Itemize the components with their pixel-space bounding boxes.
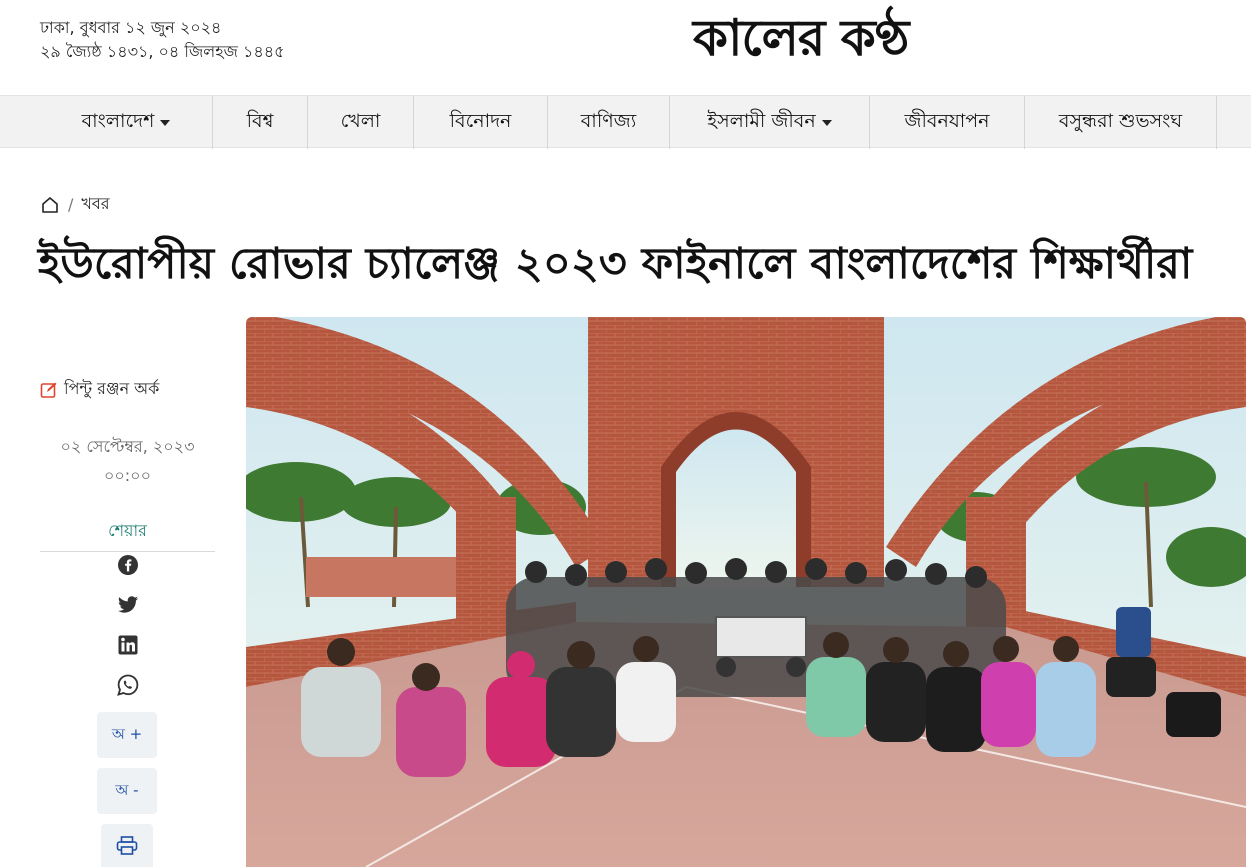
nav-item-label: বিশ্ব [246,109,274,132]
nav-item-islamic-life[interactable]: ইসলামী জীবন [670,96,870,149]
date-block: ঢাকা, বুধবার ১২ জুন ২০২৪ ২৯ জ্যৈষ্ঠ ১৪৩১… [40,16,285,64]
date-line-bangla-hijri: ২৯ জ্যৈষ্ঠ ১৪৩১, ০৪ জিলহজ ১৪৪৫ [40,42,285,61]
caret-down-icon [821,119,832,126]
breadcrumb-section[interactable]: খবর [81,191,109,218]
font-decrease-button[interactable]: অ - [97,768,157,814]
nav-item-entertainment[interactable]: বিনোদন [414,96,548,149]
publish-datetime: ০২ সেপ্টেম্বর, ২০২৩ ০০:০০ [40,432,215,490]
nav-item-label: বিনোদন [449,109,512,132]
nav-item-sports[interactable]: খেলা [308,96,414,149]
linkedin-icon[interactable] [116,633,140,657]
caret-down-icon [160,119,171,126]
author-line: পিন্টু রঞ্জন অর্ক [40,376,159,403]
whatsapp-icon[interactable] [116,673,140,697]
date-line-gregorian: ঢাকা, বুধবার ১২ জুন ২০২৪ [40,18,222,37]
article-title: ইউরোপীয় রোভার চ্যালেঞ্জ ২০২৩ ফাইনালে বা… [38,239,1193,289]
twitter-icon[interactable] [116,593,140,617]
nav-item-label: জীবনযাপন [904,109,990,132]
nav-item-world[interactable]: বিশ্ব [213,96,308,149]
site-logo[interactable]: কালের কণ্ঠ [693,6,909,70]
nav-item-label: খেলা [340,109,381,132]
author-name[interactable]: পিন্টু রঞ্জন অর্ক [64,376,159,403]
site-header: ঢাকা, বুধবার ১২ জুন ২০২৪ ২৯ জ্যৈষ্ঠ ১৪৩১… [0,0,1251,95]
nav-item-business[interactable]: বাণিজ্য [548,96,670,149]
article-photo [246,317,1246,867]
font-increase-button[interactable]: অ + [97,712,157,758]
publish-time: ০০:০০ [103,466,151,485]
nav-item-label: বাংলাদেশ [81,109,155,132]
nav-item-bangladesh[interactable]: বাংলাদেশ [40,96,213,149]
nav-item-label: বসুন্ধরা শুভসংঘ [1058,109,1183,132]
share-label: শেয়ার [40,518,215,552]
breadcrumb: / খবর [40,191,110,218]
breadcrumb-separator: / [68,195,74,214]
publish-date: ০২ সেপ্টেম্বর, ২০২৩ [60,437,195,456]
main-nav: বাংলাদেশ বিশ্ব খেলা বিনোদন বাণিজ্য ইসলাম… [0,95,1251,149]
home-icon[interactable] [40,195,60,215]
edit-icon [40,381,58,399]
print-icon [116,835,138,856]
nav-item-shuvosangho[interactable]: বসুন্ধরা শুভসংঘ [1025,96,1217,149]
print-button[interactable] [101,824,153,867]
nav-item-label: বাণিজ্য [580,109,637,132]
nav-item-lifestyle[interactable]: জীবনযাপন [870,96,1025,149]
nav-item-label: ইসলামী জীবন [707,109,816,132]
facebook-icon[interactable] [116,553,140,577]
